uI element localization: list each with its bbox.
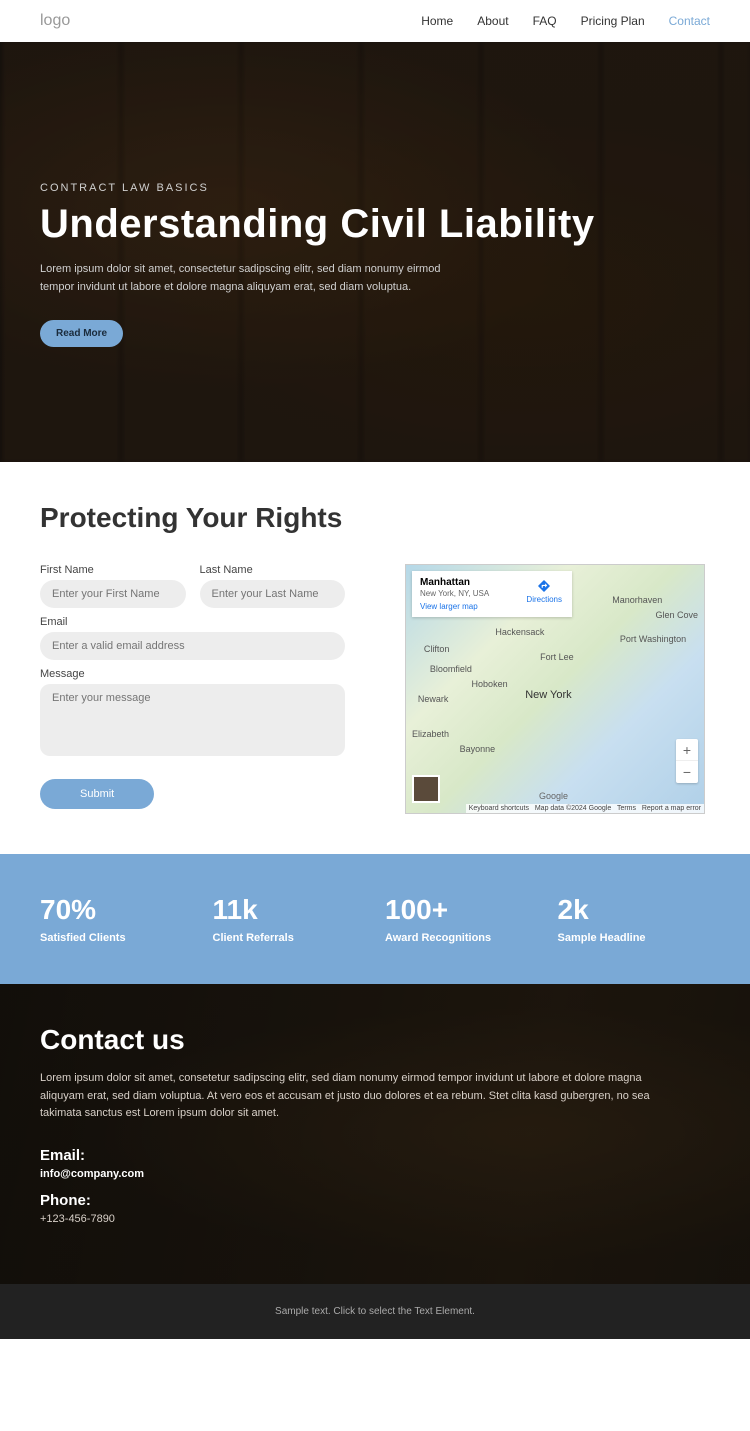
map-thumb[interactable] (412, 775, 440, 803)
map-city-label: Bloomfield (430, 664, 472, 674)
footer: Sample text. Click to select the Text El… (0, 1284, 750, 1339)
first-name-label: First Name (40, 564, 186, 576)
message-label: Message (40, 668, 345, 680)
contact-form: First Name Last Name Email Message Submi… (40, 564, 345, 814)
message-input[interactable] (40, 684, 345, 756)
last-name-label: Last Name (200, 564, 346, 576)
contact-title: Contact us (40, 1024, 710, 1056)
map-city-label: Newark (418, 694, 449, 704)
contact-section: Contact us Lorem ipsum dolor sit amet, c… (0, 984, 750, 1284)
map-city-label: Manorhaven (612, 595, 662, 605)
google-logo: Google (539, 791, 568, 801)
phone-heading: Phone: (40, 1192, 710, 1209)
stat-label: Satisfied Clients (40, 932, 193, 944)
stat-item: 100+ Award Recognitions (385, 894, 538, 944)
directions-label: Directions (526, 595, 562, 604)
map-city-label: Elizabeth (412, 729, 449, 739)
stat-number: 11k (213, 894, 366, 926)
nav-pricing[interactable]: Pricing Plan (581, 14, 645, 28)
nav-home[interactable]: Home (421, 14, 453, 28)
rights-section: Protecting Your Rights First Name Last N… (0, 462, 750, 854)
hero-eyebrow: CONTRACT LAW BASICS (40, 182, 710, 194)
hero-body: Lorem ipsum dolor sit amet, consectetur … (40, 261, 460, 296)
map-city-label: Glen Cove (656, 610, 699, 620)
map-city-label: Port Washington (620, 634, 686, 644)
stats-section: 70% Satisfied Clients 11k Client Referra… (0, 854, 750, 984)
stat-number: 100+ (385, 894, 538, 926)
directions-button[interactable]: Directions (526, 579, 562, 604)
map-city-label: Hackensack (495, 627, 544, 637)
logo[interactable]: logo (40, 12, 70, 30)
phone-value[interactable]: +123-456-7890 (40, 1213, 710, 1225)
main-nav: Home About FAQ Pricing Plan Contact (421, 14, 710, 28)
contact-body: Lorem ipsum dolor sit amet, consetetur s… (40, 1070, 680, 1123)
map-info-card: Manhattan New York, NY, USA View larger … (412, 571, 572, 617)
hero-section: CONTRACT LAW BASICS Understanding Civil … (0, 42, 750, 462)
footer-text[interactable]: Sample text. Click to select the Text El… (275, 1306, 475, 1317)
first-name-input[interactable] (40, 580, 186, 608)
stat-label: Client Referrals (213, 932, 366, 944)
email-heading: Email: (40, 1147, 710, 1164)
map-city-label: Fort Lee (540, 652, 574, 662)
email-input[interactable] (40, 632, 345, 660)
stat-number: 70% (40, 894, 193, 926)
stat-item: 70% Satisfied Clients (40, 894, 193, 944)
zoom-out-button[interactable]: − (676, 761, 698, 783)
zoom-in-button[interactable]: + (676, 739, 698, 761)
map-city-label: Clifton (424, 644, 450, 654)
stat-item: 11k Client Referrals (213, 894, 366, 944)
hero-title: Understanding Civil Liability (40, 202, 710, 247)
stat-label: Sample Headline (558, 932, 711, 944)
email-value[interactable]: info@company.com (40, 1168, 710, 1180)
read-more-button[interactable]: Read More (40, 320, 123, 347)
nav-contact[interactable]: Contact (669, 14, 710, 28)
map-city-label: Hoboken (472, 679, 508, 689)
map-city-label: Bayonne (460, 744, 496, 754)
nav-about[interactable]: About (477, 14, 508, 28)
map-widget[interactable]: Manhattan New York, NY, USA View larger … (405, 564, 705, 814)
map-city-newyork: New York (525, 689, 571, 701)
nav-faq[interactable]: FAQ (533, 14, 557, 28)
email-label: Email (40, 616, 345, 628)
last-name-input[interactable] (200, 580, 346, 608)
map-zoom-controls: + − (676, 739, 698, 783)
section-title: Protecting Your Rights (40, 502, 710, 534)
header: logo Home About FAQ Pricing Plan Contact (0, 0, 750, 42)
submit-button[interactable]: Submit (40, 779, 154, 809)
stat-label: Award Recognitions (385, 932, 538, 944)
stat-item: 2k Sample Headline (558, 894, 711, 944)
stat-number: 2k (558, 894, 711, 926)
map-attribution: Keyboard shortcuts Map data ©2024 Google… (466, 804, 704, 813)
directions-icon (537, 579, 551, 593)
